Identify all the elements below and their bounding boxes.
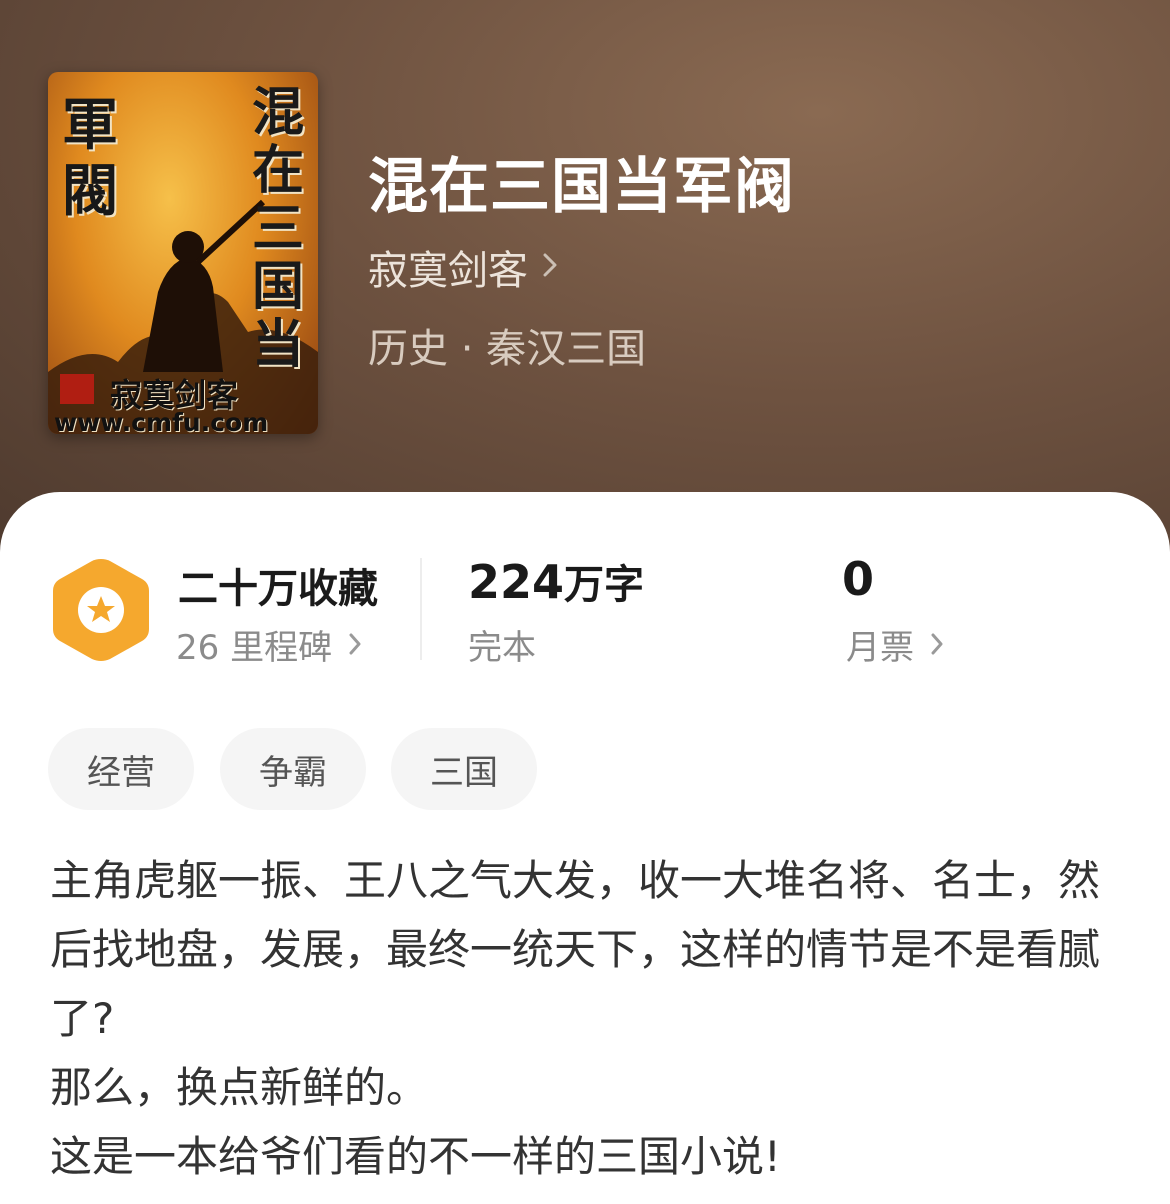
monthly-votes-stat: 0: [842, 552, 874, 606]
word-count-stat: 224万字: [468, 552, 644, 610]
cover-vertical-title: 混在三国当: [251, 82, 304, 375]
book-header: 軍閥 混在三国当 寂寞剑客 www.cmfu.com 混在三国当军阀 寂寞剑客 …: [0, 0, 1170, 560]
author-link[interactable]: 寂寞剑客: [368, 238, 558, 296]
book-title: 混在三国当军阀: [368, 152, 795, 222]
tag-chip[interactable]: 争霸: [220, 728, 366, 810]
word-count-number: 224: [468, 555, 565, 609]
chevron-right-icon: [348, 625, 362, 665]
word-count-unit: 万字: [564, 562, 645, 608]
book-cover[interactable]: 軍閥 混在三国当 寂寞剑客 www.cmfu.com: [48, 72, 318, 434]
cover-url-text: www.cmfu.com: [54, 408, 269, 434]
chevron-right-icon: [542, 252, 558, 282]
monthly-votes-number: 0: [842, 552, 875, 606]
description-paragraph: 那么，换点新鲜的。: [50, 1063, 429, 1112]
completion-label: 完本: [468, 628, 536, 668]
milestones-label: 26 里程碑: [176, 628, 333, 668]
cover-publisher-stamp: [60, 374, 94, 404]
author-name: 寂寞剑客: [368, 248, 528, 294]
hexagon-badge-icon[interactable]: [50, 555, 152, 669]
tag-chip[interactable]: 经营: [48, 728, 194, 810]
monthly-votes-label: 月票: [846, 628, 914, 668]
stat-divider: [420, 558, 422, 660]
monthly-votes-link[interactable]: 月票: [846, 620, 944, 669]
cover-series-text: 軍閥: [62, 92, 118, 224]
completion-status: 完本: [468, 620, 536, 669]
description-paragraph: 主角虎躯一振、王八之气大发，收一大堆名将、名士，然后找地盘，发展，最终一统天下，…: [50, 856, 1101, 1043]
chevron-right-icon: [930, 625, 944, 665]
description-paragraph: 这是一本给爷们看的不一样的三国小说!: [50, 1132, 781, 1181]
milestones-link[interactable]: 26 里程碑: [176, 620, 362, 669]
tag-chip[interactable]: 三国: [391, 728, 537, 810]
collections-stat: 二十万收藏: [178, 566, 378, 612]
book-description[interactable]: 主角虎躯一振、王八之气大发，收一大堆名将、名士，然后找地盘，发展，最终一统天下，…: [50, 846, 1130, 1191]
book-category[interactable]: 历史 · 秦汉三国: [368, 316, 646, 374]
star-icon: [78, 587, 124, 633]
